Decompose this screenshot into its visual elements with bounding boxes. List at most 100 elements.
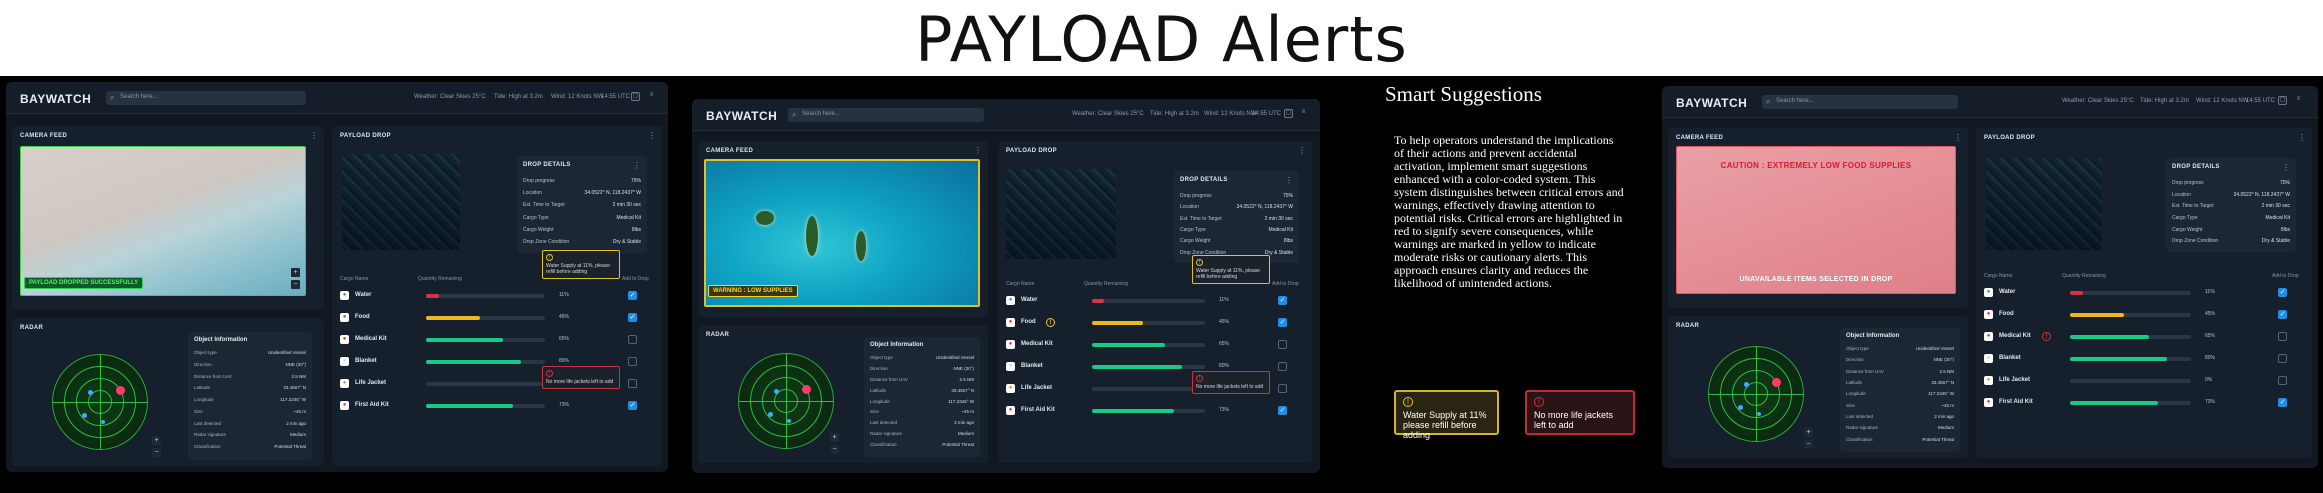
- add-to-drop-checkbox[interactable]: [2278, 376, 2287, 385]
- quantity-percent: 73%: [2205, 399, 2216, 405]
- zoom-out-button[interactable]: −: [830, 445, 839, 454]
- add-to-drop-checkbox[interactable]: ✓: [2278, 310, 2287, 319]
- tide-status: Tide: High at 3.2m: [494, 94, 543, 100]
- more-icon[interactable]: ⋮: [1298, 146, 1306, 155]
- object-info: Object Information Object type Unidentifie…: [1840, 328, 1960, 452]
- quantity-percent: 80%: [559, 358, 570, 364]
- more-icon[interactable]: ⋮: [974, 146, 982, 155]
- add-to-drop-checkbox[interactable]: [628, 357, 637, 366]
- camera-feed[interactable]: WARNING : LOW SUPPLIES: [704, 159, 980, 307]
- quantity-bar: [2070, 379, 2191, 383]
- add-to-drop-checkbox[interactable]: ✓: [628, 291, 637, 300]
- vessel-blip[interactable]: [1743, 381, 1749, 387]
- radar-scope[interactable]: [738, 353, 834, 449]
- supply-row: ● Food 45% ✓!: [1006, 317, 1304, 331]
- vessel-blip[interactable]: [767, 411, 773, 417]
- more-icon[interactable]: ⋮: [2282, 163, 2290, 172]
- window-icon[interactable]: ▢: [2278, 96, 2287, 105]
- satellite-map[interactable]: [1986, 158, 2102, 250]
- quantity-percent: 11%: [1219, 297, 1229, 303]
- object-row: Size ~45 m: [194, 409, 306, 414]
- vessel-blip[interactable]: [81, 412, 87, 418]
- add-to-drop-checkbox[interactable]: ✓: [2278, 288, 2287, 297]
- detail-value: 34.0522° N, 118.2437° W: [584, 190, 641, 197]
- window-icon[interactable]: ▢: [631, 92, 640, 101]
- window-icon[interactable]: ▢: [1284, 109, 1293, 118]
- first-aid-kit-icon: ●: [1006, 406, 1015, 415]
- more-icon[interactable]: ⋮: [1954, 133, 1962, 142]
- zoom-out-button[interactable]: −: [152, 448, 161, 457]
- header-bar: BAYWATCH ⌕ Search here... Weather: Clear …: [1662, 86, 2318, 118]
- weather-status: Weather: Clear Skies 25°C: [414, 94, 486, 100]
- menu-icon[interactable]: ≡: [2294, 96, 2303, 105]
- radar-title: RADAR: [706, 332, 730, 338]
- add-to-drop-checkbox[interactable]: [1278, 340, 1287, 349]
- detail-row: Cargo Weight 8lbs: [1180, 238, 1293, 244]
- more-icon[interactable]: ⋮: [633, 161, 641, 170]
- object-label: Size: [1846, 402, 1855, 408]
- zoom-in-button[interactable]: +: [830, 433, 839, 442]
- radar-scope[interactable]: [52, 354, 148, 450]
- medical-kit-icon: ●: [340, 335, 349, 344]
- camera-feed[interactable]: PAYLOAD DROPPED SUCCESSFULLY + −: [20, 146, 306, 296]
- vessel-blip[interactable]: [1737, 404, 1743, 410]
- vessel-blip[interactable]: [87, 389, 93, 395]
- detail-value: 8lbs: [2280, 226, 2290, 233]
- vessel-blip[interactable]: [773, 388, 779, 394]
- satellite-map[interactable]: [1006, 169, 1116, 259]
- zoom-in-button[interactable]: +: [291, 268, 300, 277]
- search-input[interactable]: ⌕ Search here...: [1762, 95, 1958, 109]
- add-to-drop-checkbox[interactable]: [2278, 354, 2287, 363]
- radar-title: RADAR: [20, 325, 44, 331]
- detail-value: Dry & Stable: [2261, 238, 2290, 245]
- wind-status: Wind: 12 Knots NW: [551, 94, 604, 100]
- menu-icon[interactable]: ≡: [1299, 109, 1308, 118]
- wind-status: Wind: 12 Knots NW: [2196, 98, 2249, 104]
- payload-panel: PAYLOAD DROP ⋮ DROP DETAILS ⋮ Drop progres…: [1976, 128, 2312, 458]
- radar-scope[interactable]: [1708, 346, 1804, 442]
- camera-feed[interactable]: CAUTION : EXTREMELY LOW FOOD SUPPLIES UN…: [1676, 146, 1956, 294]
- supply-name: First Aid Kit: [1999, 399, 2033, 405]
- add-to-drop-checkbox[interactable]: [2278, 332, 2287, 341]
- object-value: 2.5 NM: [291, 373, 306, 379]
- menu-icon[interactable]: ≡: [647, 92, 656, 101]
- detail-row: Drop Zone Condition Dry & Stable: [2172, 238, 2290, 244]
- add-to-drop-checkbox[interactable]: ✓: [1278, 296, 1287, 305]
- quantity-fill: [1092, 321, 1143, 325]
- camera-panel: CAMERA FEED ⋮ CAUTION : EXTREMELY LOW FO…: [1668, 128, 1968, 308]
- more-icon[interactable]: ⋮: [2298, 133, 2306, 142]
- more-icon[interactable]: ⋮: [648, 131, 656, 140]
- object-value: 2 min ago: [286, 420, 306, 426]
- zoom-out-button[interactable]: −: [291, 280, 300, 289]
- object-label: Last detected: [1846, 414, 1874, 419]
- object-label: Distance from UAV: [194, 373, 232, 379]
- add-to-drop-checkbox[interactable]: [628, 379, 637, 388]
- add-to-drop-checkbox[interactable]: ✓: [628, 401, 637, 410]
- object-info-title: Object Information: [1846, 333, 1900, 339]
- more-icon[interactable]: ⋮: [1285, 176, 1293, 185]
- more-icon[interactable]: ⋮: [310, 131, 318, 140]
- zoom-in-button[interactable]: +: [152, 436, 161, 445]
- zoom-out-button[interactable]: −: [1804, 440, 1813, 449]
- add-to-drop-checkbox[interactable]: ✓: [1278, 406, 1287, 415]
- column-header: Add to Drop: [2272, 273, 2299, 279]
- unavailable-banner: UNAVAILABLE ITEMS SELECTED IN DROP: [1739, 276, 1893, 283]
- add-to-drop-checkbox[interactable]: [1278, 384, 1287, 393]
- payload-panel: PAYLOAD DROP ⋮ DROP DETAILS ⋮ Drop progres…: [998, 141, 1312, 463]
- quantity-bar: [2070, 291, 2191, 295]
- time-display: 14:55 UTC: [601, 94, 631, 100]
- quantity-percent: 45%: [1219, 319, 1230, 325]
- search-input[interactable]: ⌕ Search here...: [106, 91, 306, 105]
- zoom-in-button[interactable]: +: [1804, 428, 1813, 437]
- add-to-drop-checkbox[interactable]: ✓: [2278, 398, 2287, 407]
- supply-name: Medical Kit: [1999, 333, 2031, 339]
- search-input[interactable]: ⌕ Search here...: [788, 108, 984, 122]
- add-to-drop-checkbox[interactable]: [1278, 362, 1287, 371]
- add-to-drop-checkbox[interactable]: ✓: [1278, 318, 1287, 327]
- detail-value: 75%: [1282, 193, 1293, 199]
- object-value: 117.2345° W: [280, 397, 306, 403]
- supply-name: Medical Kit: [1021, 341, 1053, 347]
- add-to-drop-checkbox[interactable]: ✓: [628, 313, 637, 322]
- add-to-drop-checkbox[interactable]: [628, 335, 637, 344]
- satellite-map[interactable]: [342, 154, 460, 250]
